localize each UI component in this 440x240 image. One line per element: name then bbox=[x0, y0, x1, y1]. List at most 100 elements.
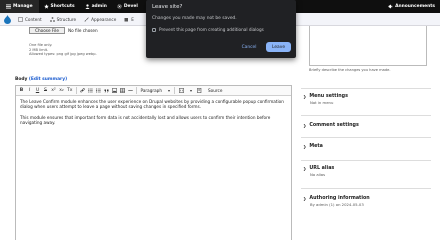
italic-button[interactable]: I bbox=[26, 87, 33, 95]
announcements-label: Announcements bbox=[395, 4, 435, 9]
devel-tab[interactable]: Devel bbox=[112, 0, 143, 13]
cancel-button[interactable]: Cancel bbox=[238, 42, 260, 52]
table-button[interactable] bbox=[119, 87, 126, 95]
upload-help-3: Allowed types: png gif jpg jpeg webp. bbox=[29, 52, 97, 56]
subscript-button[interactable]: x₂ bbox=[58, 87, 65, 95]
source-icon bbox=[197, 88, 202, 93]
chevron-right-icon: ❯ bbox=[303, 144, 307, 149]
structure-icon bbox=[49, 16, 55, 22]
announcements-tab[interactable]: Announcements bbox=[383, 0, 440, 13]
prevent-dialogs-label: Prevent this page from creating addition… bbox=[159, 27, 264, 32]
remove-format-button[interactable]: Tx bbox=[66, 87, 74, 95]
comment-settings-title: Comment settings bbox=[309, 123, 359, 128]
star-icon bbox=[43, 4, 49, 9]
chevron-right-icon: ❯ bbox=[303, 166, 307, 171]
manage-label: Manage bbox=[13, 4, 33, 9]
code-block-dropdown[interactable]: ▾ bbox=[177, 87, 194, 95]
document-icon bbox=[18, 16, 23, 22]
revision-log-help: Briefly describe the changes you have ma… bbox=[309, 68, 391, 72]
editor-toolbar: B I U S x² x₂ Tx Paragraph ▾ ▾ Source bbox=[16, 86, 291, 96]
link-icon bbox=[79, 88, 85, 93]
menu-icon bbox=[6, 4, 11, 9]
tray-appearance-label: Appearance bbox=[91, 16, 117, 22]
menu-settings-summary: Not in menu bbox=[310, 100, 334, 105]
authoring-info-summary: By admin (1) on 2024-05-03 bbox=[310, 202, 364, 207]
drupal-logo[interactable] bbox=[0, 13, 14, 26]
choose-file-button[interactable]: Choose File bbox=[29, 27, 65, 34]
revision-log-textarea[interactable] bbox=[309, 26, 427, 66]
toolbar-separator bbox=[135, 87, 137, 94]
link-button[interactable] bbox=[79, 87, 86, 95]
editor-paragraph: This module ensures that important form … bbox=[20, 114, 271, 125]
body-label-text: Body bbox=[15, 77, 28, 82]
tray-content[interactable]: Content bbox=[14, 16, 46, 22]
manage-tab[interactable]: Manage bbox=[0, 0, 39, 13]
numbered-list-button[interactable] bbox=[95, 87, 102, 95]
quote-icon bbox=[104, 89, 109, 93]
menu-settings-title: Menu settings bbox=[309, 94, 348, 99]
user-label: admin bbox=[91, 4, 107, 9]
source-button-label: Source bbox=[208, 88, 223, 93]
url-alias-summary: No alias bbox=[310, 172, 326, 177]
authoring-info-section[interactable]: ❯ Authoring information By admin (1) on 2… bbox=[301, 188, 431, 207]
underline-button[interactable]: U bbox=[34, 87, 41, 95]
dialog-title: Leave site? bbox=[152, 4, 183, 10]
editor-paragraph: The Leave Confirm module enhances the us… bbox=[20, 99, 284, 110]
tray-content-label: Content bbox=[25, 16, 42, 22]
numbered-list-icon bbox=[95, 88, 101, 93]
toolbar-separator bbox=[174, 87, 175, 94]
checkbox-box[interactable] bbox=[152, 27, 156, 32]
dialog-message: Changes you made may not be saved. bbox=[152, 16, 237, 21]
bulleted-list-button[interactable] bbox=[87, 87, 94, 95]
shortcuts-label: Shortcuts bbox=[50, 4, 75, 9]
chevron-right-icon: ❯ bbox=[303, 94, 307, 99]
url-alias-section[interactable]: ❯ URL alias No alias bbox=[301, 160, 431, 177]
source-button[interactable]: Source bbox=[195, 87, 224, 95]
table-icon bbox=[119, 88, 125, 93]
heading-dropdown[interactable]: Paragraph ▾ bbox=[139, 87, 172, 95]
menu-settings-section[interactable]: ❯ Menu settings Not in menu bbox=[301, 88, 431, 105]
edit-summary-link[interactable]: (Edit summary) bbox=[29, 77, 67, 82]
blockquote-button[interactable] bbox=[103, 87, 110, 95]
chevron-down-icon: ▾ bbox=[167, 88, 170, 93]
toolbar-separator bbox=[75, 87, 77, 94]
bold-button[interactable]: B bbox=[18, 87, 25, 95]
strikethrough-button[interactable]: S bbox=[42, 87, 49, 95]
image-button[interactable] bbox=[111, 87, 118, 95]
url-alias-title: URL alias bbox=[309, 166, 335, 171]
shortcuts-tab[interactable]: Shortcuts bbox=[39, 0, 80, 13]
bulleted-list-icon bbox=[87, 88, 93, 93]
leave-site-dialog: Leave site? Changes you made may not be … bbox=[146, 0, 296, 58]
meta-section[interactable]: ❯ Meta bbox=[301, 137, 431, 149]
devel-label: Devel bbox=[123, 4, 138, 9]
brush-icon bbox=[84, 16, 89, 22]
leave-button[interactable]: Leave bbox=[266, 42, 291, 52]
puzzle-icon bbox=[124, 17, 129, 21]
body-field-label: Body (Edit summary) bbox=[15, 77, 67, 82]
ckeditor[interactable]: B I U S x² x₂ Tx Paragraph ▾ ▾ Source Th… bbox=[15, 85, 292, 240]
gear-icon bbox=[117, 4, 122, 9]
upload-help-2: 2 MB limit. bbox=[29, 47, 49, 52]
horizontal-line-button[interactable] bbox=[127, 87, 134, 95]
tray-structure[interactable]: Structure bbox=[46, 17, 80, 22]
user-tab[interactable]: admin bbox=[80, 0, 112, 13]
chevron-down-icon: ▾ bbox=[190, 88, 193, 93]
prevent-dialogs-checkbox[interactable]: Prevent this page from creating addition… bbox=[152, 27, 264, 32]
drupal-drop-icon bbox=[3, 14, 11, 24]
chevron-right-icon: ❯ bbox=[303, 196, 307, 201]
chevron-right-icon: ❯ bbox=[303, 123, 307, 128]
tray-extend-label: E bbox=[131, 16, 134, 22]
editor-content[interactable]: The Leave Confirm module enhances the us… bbox=[16, 96, 291, 133]
tray-appearance[interactable]: Appearance bbox=[80, 17, 120, 22]
tray-extend[interactable]: E bbox=[120, 17, 138, 22]
authoring-info-title: Authoring information bbox=[309, 196, 370, 201]
upload-help-1: One file only. bbox=[29, 43, 53, 47]
meta-sidebar: Briefly describe the changes you have ma… bbox=[296, 26, 440, 223]
superscript-button[interactable]: x² bbox=[50, 87, 57, 95]
megaphone-icon bbox=[388, 4, 393, 9]
code-block-icon bbox=[179, 88, 184, 93]
meta-title: Meta bbox=[309, 144, 323, 149]
heading-dropdown-value: Paragraph bbox=[140, 88, 162, 93]
no-file-chosen-text: No file chosen bbox=[68, 28, 98, 33]
comment-settings-section[interactable]: ❯ Comment settings bbox=[301, 115, 431, 128]
